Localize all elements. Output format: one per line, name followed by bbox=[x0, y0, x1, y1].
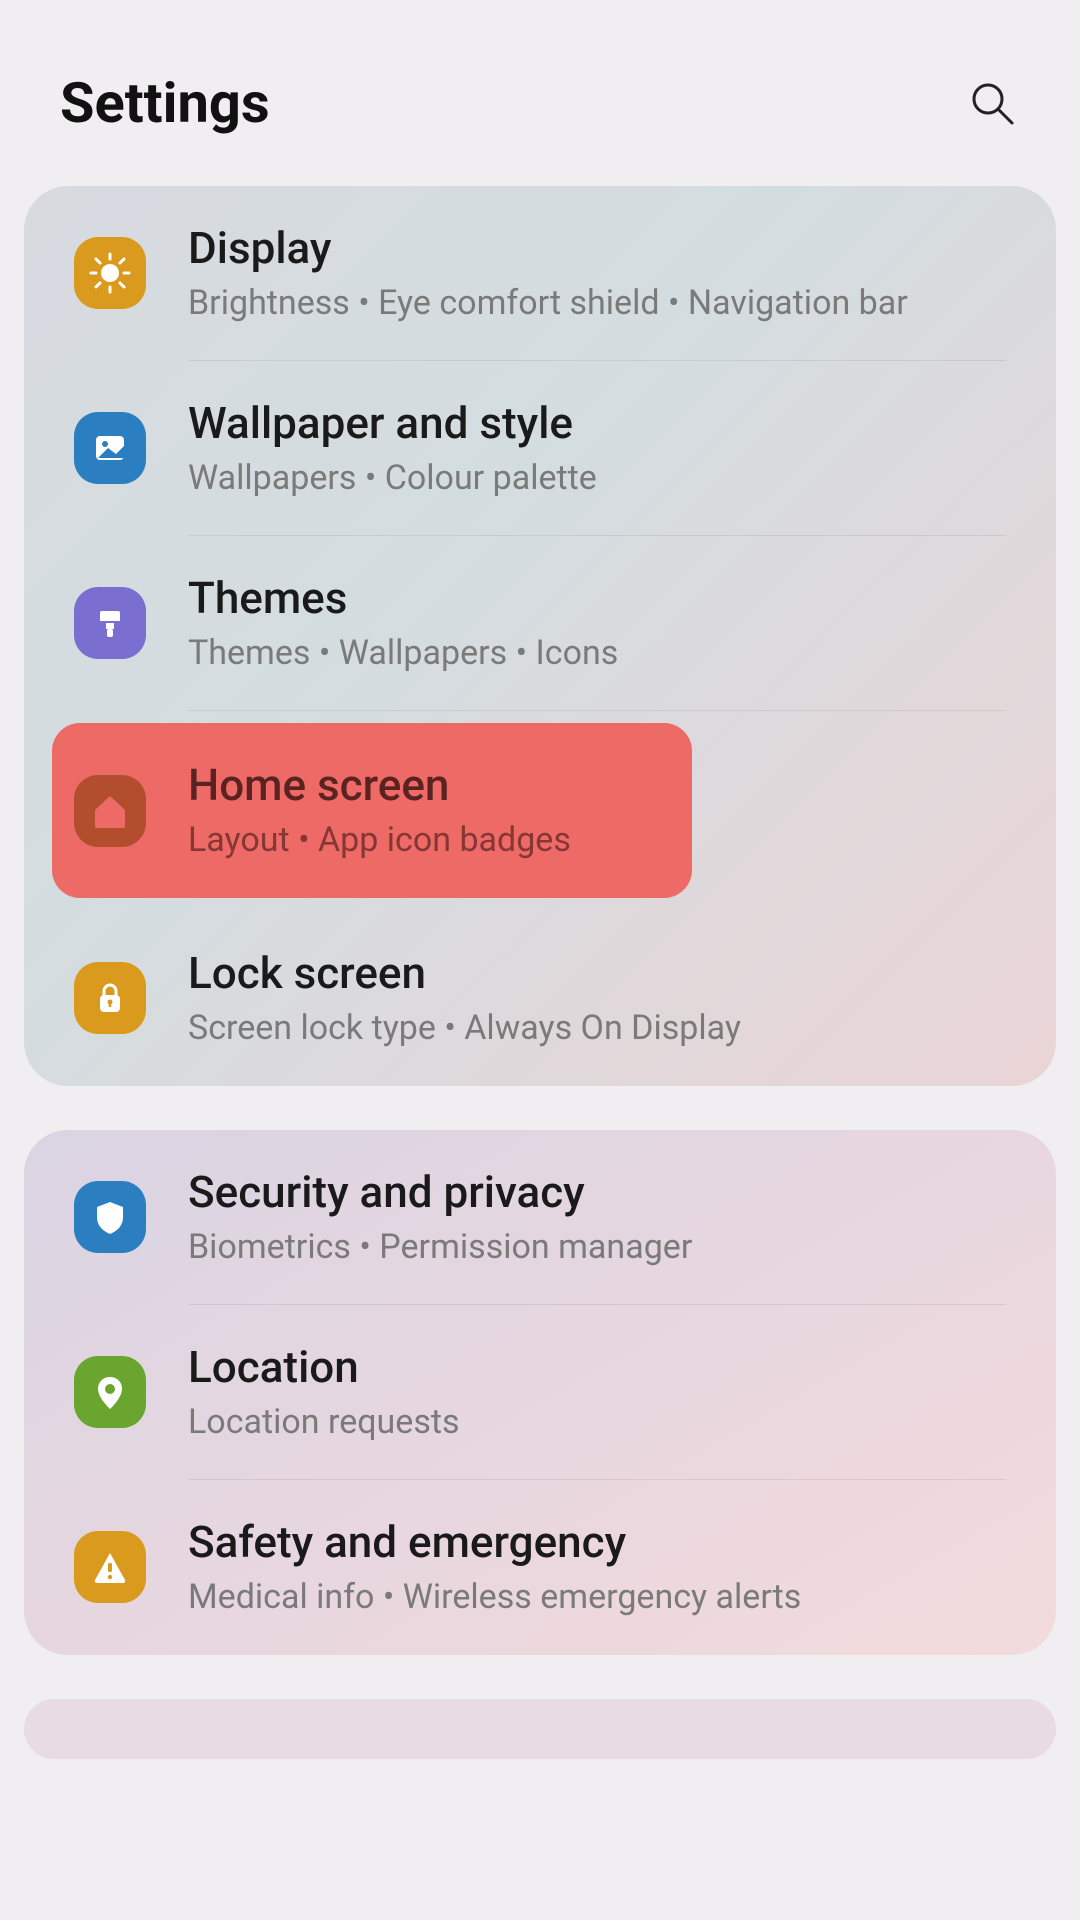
search-icon bbox=[968, 79, 1016, 127]
settings-item-display[interactable]: Display Brightness • Eye comfort shield … bbox=[24, 186, 1056, 361]
settings-group-security: Security and privacy Biometrics • Permis… bbox=[24, 1130, 1056, 1655]
settings-item-wallpaper[interactable]: Wallpaper and style Wallpapers • Colour … bbox=[24, 361, 1056, 536]
pin-icon bbox=[74, 1356, 146, 1428]
settings-item-subtitle: Layout • App icon badges bbox=[188, 818, 670, 862]
settings-group-next[interactable] bbox=[24, 1699, 1056, 1759]
settings-item-subtitle: Medical info • Wireless emergency alerts bbox=[188, 1575, 1006, 1619]
alert-icon bbox=[74, 1531, 146, 1603]
settings-item-home-highlighted[interactable]: Home screen Layout • App icon badges bbox=[52, 723, 692, 898]
settings-item-themes[interactable]: Themes Themes • Wallpapers • Icons bbox=[24, 536, 1056, 711]
settings-item-title: Safety and emergency bbox=[188, 1516, 1006, 1569]
settings-item-subtitle: Location requests bbox=[188, 1400, 1006, 1444]
settings-item-title: Wallpaper and style bbox=[188, 397, 1006, 450]
settings-item-location[interactable]: Location Location requests bbox=[24, 1305, 1056, 1480]
settings-item-title: Security and privacy bbox=[188, 1166, 1006, 1219]
settings-item-title: Themes bbox=[188, 572, 1006, 625]
settings-item-subtitle: Biometrics • Permission manager bbox=[188, 1225, 1006, 1269]
page-title: Settings bbox=[60, 70, 270, 136]
shield-icon bbox=[74, 1181, 146, 1253]
settings-item-subtitle: Wallpapers • Colour palette bbox=[188, 456, 1006, 500]
settings-item-lockscreen[interactable]: Lock screen Screen lock type • Always On… bbox=[24, 911, 1056, 1086]
settings-item-title: Location bbox=[188, 1341, 1006, 1394]
settings-item-subtitle: Brightness • Eye comfort shield • Naviga… bbox=[188, 281, 1006, 325]
settings-item-title: Display bbox=[188, 222, 1006, 275]
settings-item-subtitle: Themes • Wallpapers • Icons bbox=[188, 631, 1006, 675]
header: Settings bbox=[0, 0, 1080, 186]
settings-item-home-spacer: Home screen Layout • App icon badges bbox=[24, 711, 1056, 911]
picture-icon bbox=[74, 412, 146, 484]
sun-icon bbox=[74, 237, 146, 309]
settings-item-safety[interactable]: Safety and emergency Medical info • Wire… bbox=[24, 1480, 1056, 1655]
settings-group-display: Display Brightness • Eye comfort shield … bbox=[24, 186, 1056, 1086]
settings-item-title: Lock screen bbox=[188, 947, 1006, 1000]
settings-item-title: Home screen bbox=[188, 759, 670, 812]
settings-item-security[interactable]: Security and privacy Biometrics • Permis… bbox=[24, 1130, 1056, 1305]
lock-icon bbox=[74, 962, 146, 1034]
brush-icon bbox=[74, 587, 146, 659]
search-button[interactable] bbox=[964, 75, 1020, 131]
settings-item-subtitle: Screen lock type • Always On Display bbox=[188, 1006, 1006, 1050]
home-icon bbox=[74, 775, 146, 847]
